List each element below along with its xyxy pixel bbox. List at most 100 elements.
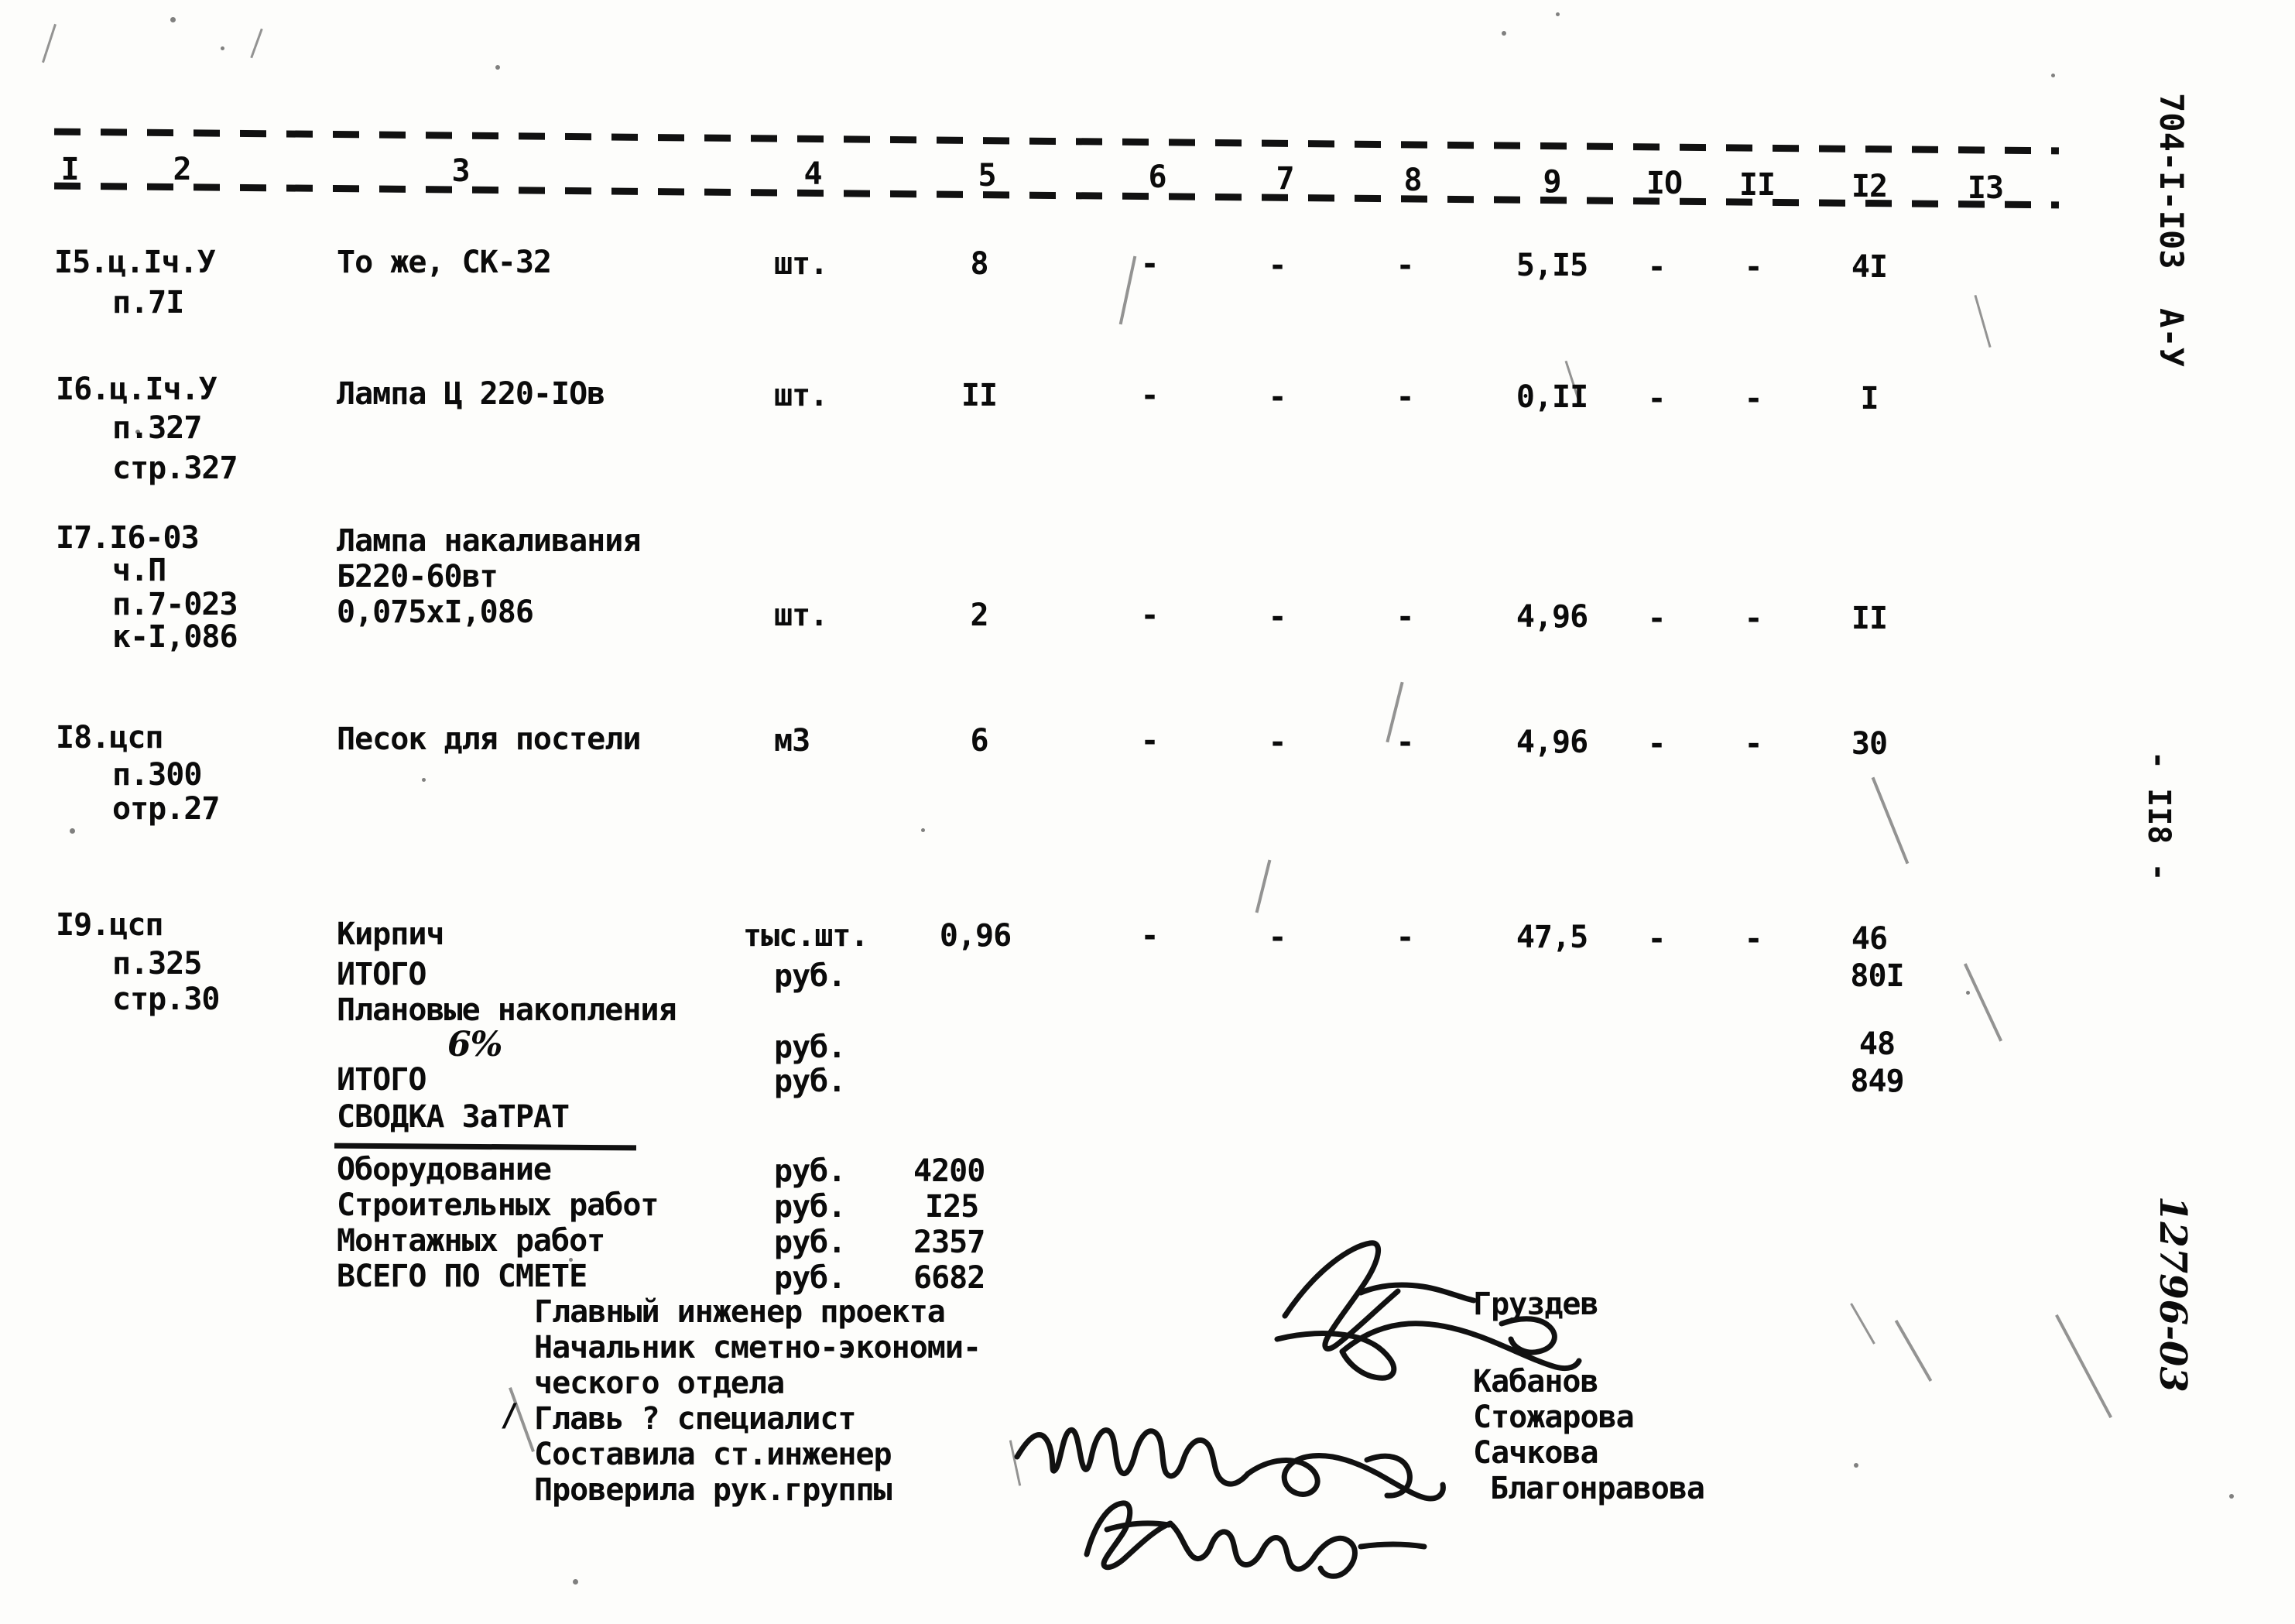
signature-mark-department-head [1014,1427,1446,1502]
signature-slash-mark: / [500,1398,519,1434]
row-code-line: ч.П [112,553,166,588]
row-c11: - [1744,249,1762,285]
scan-speck [921,828,925,832]
overhead-percent: 6% [447,1025,502,1064]
row-c9: 47,5 [1516,920,1588,955]
scan-speck [573,1579,578,1585]
itogo-1-label: ИТОГО [337,957,426,992]
column-header-11: II [1738,167,1776,203]
scan-speck [1556,12,1560,16]
scan-speck [1966,991,1970,995]
row-c12: 4I [1851,249,1888,285]
column-header-12: I2 [1851,169,1888,204]
margin-page-number: - II8 - [2141,751,2177,882]
overhead-label: Плановые накопления [337,992,677,1028]
itogo-2-label: ИТОГО [337,1062,426,1098]
scan-speck [495,65,500,70]
summary-unit: руб. [774,1225,846,1260]
summary-value: I25 [925,1189,979,1225]
row-c11: - [1744,381,1762,416]
row-unit: шт. [774,246,828,282]
row-c8: - [1396,248,1414,283]
scan-streak [1963,963,2003,1042]
summary-unit: руб. [774,1153,846,1189]
column-header-7: 7 [1276,161,1294,197]
signature-role: Главный инженер проекта [534,1294,946,1330]
row-name-line: Песок для постели [337,721,641,757]
column-header-3: 3 [451,153,470,189]
scan-streak [42,23,57,63]
scan-speck [221,46,224,50]
column-header-10: IO [1646,166,1683,201]
row-c8: - [1396,599,1414,635]
row-name-line: Лампа Ц 220-IОв [337,376,605,412]
scan-speck [422,778,426,782]
row-c7: - [1268,599,1286,635]
row-quantity: 0,96 [939,918,1012,954]
row-c9: 5,I5 [1516,248,1588,283]
summary-label: Оборудование [337,1152,552,1187]
row-c7: - [1268,248,1286,283]
scan-streak [1255,859,1272,913]
row-code-line: отр.27 [112,791,220,827]
row-c6: - [1140,918,1159,954]
column-header-9: 9 [1543,164,1561,200]
row-c11: - [1744,601,1762,636]
row-quantity: 8 [970,246,988,282]
overhead-unit: руб. [774,1030,846,1065]
row-c9: 0,II [1516,379,1588,415]
scan-speck [170,17,176,22]
scanned-estimate-sheet: I 2 3 4 5 6 7 8 9 IO II I2 I3 I5.ц.Iч.У … [0,0,2295,1624]
row-code-line: I7.I6-03 [56,520,200,556]
scan-speck [1502,31,1506,36]
row-c6: - [1140,246,1159,282]
column-header-8: 8 [1403,163,1422,198]
summary-title-underline [334,1143,637,1151]
scan-streak [2055,1314,2112,1419]
row-quantity: 6 [970,723,988,759]
scan-speck [70,828,75,834]
row-c11: - [1744,726,1762,762]
signature-name: Груздев [1473,1287,1599,1322]
row-c12: II [1851,601,1888,636]
signature-mark-specialist [1084,1500,1427,1579]
row-code-line: I6.ц.Iч.У [56,372,218,407]
column-header-13: I3 [1967,170,2004,206]
scan-streak [1009,1440,1022,1486]
row-c12: 46 [1851,921,1888,957]
row-c12: I [1860,381,1879,416]
row-name-line: Кирпич [337,916,444,952]
row-code-line: I9.цсп [56,907,163,943]
summary-value: 2357 [913,1225,985,1260]
row-c6: - [1140,723,1159,759]
signature-role: Составила ст.инженер [534,1437,892,1472]
itogo-1-unit: руб. [774,958,846,994]
scan-streak [1850,1303,1875,1345]
summary-value: 6682 [913,1260,985,1296]
row-code-line: п.300 [112,757,202,793]
row-c8: - [1396,379,1414,415]
signature-role: ческого отдела [534,1365,785,1401]
itogo-2-value: 849 [1850,1064,1904,1099]
scan-streak [250,28,263,59]
itogo-1-value: 80I [1850,958,1904,994]
row-c11: - [1744,921,1762,957]
row-code-line: п.327 [112,410,202,446]
summary-unit: руб. [774,1189,846,1225]
row-name-line: Б220-60вт [337,559,498,594]
column-header-5: 5 [978,158,996,194]
signature-role: Начальник сметно-экономи- [534,1330,981,1365]
scan-speck [2229,1494,2234,1499]
row-quantity: 2 [970,598,988,633]
column-header-1: I [60,152,79,187]
signature-role: Главь ? специалист [534,1401,856,1437]
row-c6: - [1140,598,1159,633]
row-c9: 4,96 [1516,725,1588,760]
signature-name: Кабанов [1473,1364,1599,1400]
row-code-line: п.7-023 [112,587,238,622]
row-unit: м3 [774,723,810,759]
row-name-line: То же, СК-32 [337,245,552,280]
row-c7: - [1268,379,1286,415]
row-code-line: I8.цсп [56,720,163,755]
row-code-line: п.7I [112,285,184,320]
